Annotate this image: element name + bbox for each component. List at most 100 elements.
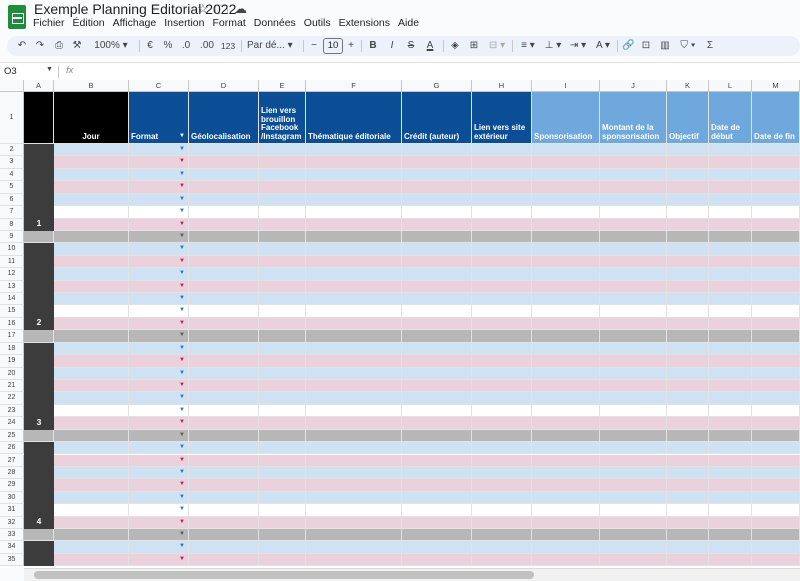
cell-c13[interactable]: ▼: [129, 280, 189, 294]
cell-j30[interactable]: [600, 491, 667, 505]
cell-d26[interactable]: [189, 442, 259, 455]
cell-j16[interactable]: [600, 317, 667, 331]
dropdown-chevron-icon[interactable]: ▼: [179, 219, 185, 230]
cell-h21[interactable]: [472, 379, 532, 393]
cell-a17[interactable]: [24, 330, 54, 343]
cell-j7[interactable]: [600, 206, 667, 219]
cell-e13[interactable]: [259, 280, 306, 294]
cell-k7[interactable]: [667, 206, 709, 219]
day-cell-10[interactable]: [54, 243, 129, 256]
cell-c17[interactable]: ▼: [129, 330, 189, 343]
cell-d11[interactable]: [189, 255, 259, 269]
cell-l35[interactable]: [709, 553, 752, 567]
dropdown-chevron-icon[interactable]: ▼: [179, 231, 185, 242]
cell-c4[interactable]: ▼: [129, 168, 189, 182]
cell-c18[interactable]: ▼: [129, 342, 189, 356]
cell-l29[interactable]: [709, 479, 752, 492]
menu-edition[interactable]: Édition: [73, 17, 105, 29]
cell-d32[interactable]: [189, 516, 259, 529]
day-cell-23[interactable]: [54, 404, 129, 418]
header-cell-a[interactable]: [24, 92, 54, 144]
row-header[interactable]: 9: [0, 230, 24, 244]
cell-l14[interactable]: [709, 293, 752, 306]
cell-g23[interactable]: [402, 404, 472, 418]
row-header[interactable]: 13: [0, 280, 24, 294]
cell-g18[interactable]: [402, 342, 472, 356]
week-number-cell[interactable]: 4: [24, 442, 54, 530]
cell-e5[interactable]: [259, 181, 306, 194]
cell-c11[interactable]: ▼: [129, 255, 189, 269]
cell-k24[interactable]: [667, 417, 709, 430]
cell-f29[interactable]: [306, 479, 402, 492]
cell-d23[interactable]: [189, 404, 259, 418]
cell-l9[interactable]: [709, 230, 752, 244]
cell-k6[interactable]: [667, 193, 709, 207]
cell-j11[interactable]: [600, 255, 667, 269]
cell-g19[interactable]: [402, 355, 472, 368]
cell-j24[interactable]: [600, 417, 667, 430]
vertical-align-icon[interactable]: ⊥ ▾: [543, 38, 563, 54]
cell-k31[interactable]: [667, 504, 709, 517]
cell-f25[interactable]: [306, 429, 402, 443]
cell-h13[interactable]: [472, 280, 532, 294]
cell-k3[interactable]: [667, 156, 709, 169]
cell-f7[interactable]: [306, 206, 402, 219]
cell-g15[interactable]: [402, 305, 472, 318]
day-cell-12[interactable]: [54, 268, 129, 281]
cell-d21[interactable]: [189, 379, 259, 393]
cell-i28[interactable]: [532, 466, 600, 480]
cell-l5[interactable]: [709, 181, 752, 194]
row-header[interactable]: 22: [0, 392, 24, 405]
cell-g25[interactable]: [402, 429, 472, 443]
header-cell-i[interactable]: Sponsorisation: [532, 92, 600, 144]
cell-c5[interactable]: ▼: [129, 181, 189, 194]
cell-g5[interactable]: [402, 181, 472, 194]
cell-j23[interactable]: [600, 404, 667, 418]
merge-cells-icon[interactable]: ⊟ ▾: [487, 38, 507, 54]
cell-d35[interactable]: [189, 553, 259, 567]
day-cell-19[interactable]: [54, 355, 129, 368]
day-cell-31[interactable]: [54, 504, 129, 517]
cell-l31[interactable]: [709, 504, 752, 517]
filter-dropdown-icon[interactable]: ▼: [179, 132, 185, 141]
undo-icon[interactable]: ↶: [15, 38, 29, 54]
cell-g6[interactable]: [402, 193, 472, 207]
cell-h35[interactable]: [472, 553, 532, 567]
dropdown-chevron-icon[interactable]: ▼: [179, 492, 185, 503]
cell-l10[interactable]: [709, 243, 752, 256]
cell-f4[interactable]: [306, 168, 402, 182]
cell-k26[interactable]: [667, 442, 709, 455]
row-header[interactable]: 14: [0, 293, 24, 306]
row-header[interactable]: 16: [0, 317, 24, 331]
cell-i17[interactable]: [532, 330, 600, 343]
cell-h29[interactable]: [472, 479, 532, 492]
cell-j29[interactable]: [600, 479, 667, 492]
cell-c8[interactable]: ▼: [129, 218, 189, 231]
menu-extensions[interactable]: Extensions: [339, 17, 390, 29]
cell-d16[interactable]: [189, 317, 259, 331]
cell-e3[interactable]: [259, 156, 306, 169]
cell-k5[interactable]: [667, 181, 709, 194]
dropdown-chevron-icon[interactable]: ▼: [179, 541, 185, 552]
cell-e33[interactable]: [259, 529, 306, 542]
dropdown-chevron-icon[interactable]: ▼: [179, 268, 185, 279]
cell-k16[interactable]: [667, 317, 709, 331]
cell-f11[interactable]: [306, 255, 402, 269]
cell-c19[interactable]: ▼: [129, 355, 189, 368]
cell-e8[interactable]: [259, 218, 306, 231]
cell-g16[interactable]: [402, 317, 472, 331]
cell-j33[interactable]: [600, 529, 667, 542]
column-header-l[interactable]: L: [709, 80, 752, 92]
cell-j20[interactable]: [600, 367, 667, 380]
cell-l17[interactable]: [709, 330, 752, 343]
cell-k4[interactable]: [667, 168, 709, 182]
cell-m6[interactable]: [752, 193, 800, 207]
cell-g27[interactable]: [402, 454, 472, 467]
cell-e21[interactable]: [259, 379, 306, 393]
row-header[interactable]: 11: [0, 255, 24, 269]
cell-c22[interactable]: ▼: [129, 392, 189, 405]
dropdown-chevron-icon[interactable]: ▼: [179, 405, 185, 416]
cell-l20[interactable]: [709, 367, 752, 380]
row-header[interactable]: 29: [0, 479, 24, 492]
dropdown-chevron-icon[interactable]: ▼: [179, 343, 185, 354]
